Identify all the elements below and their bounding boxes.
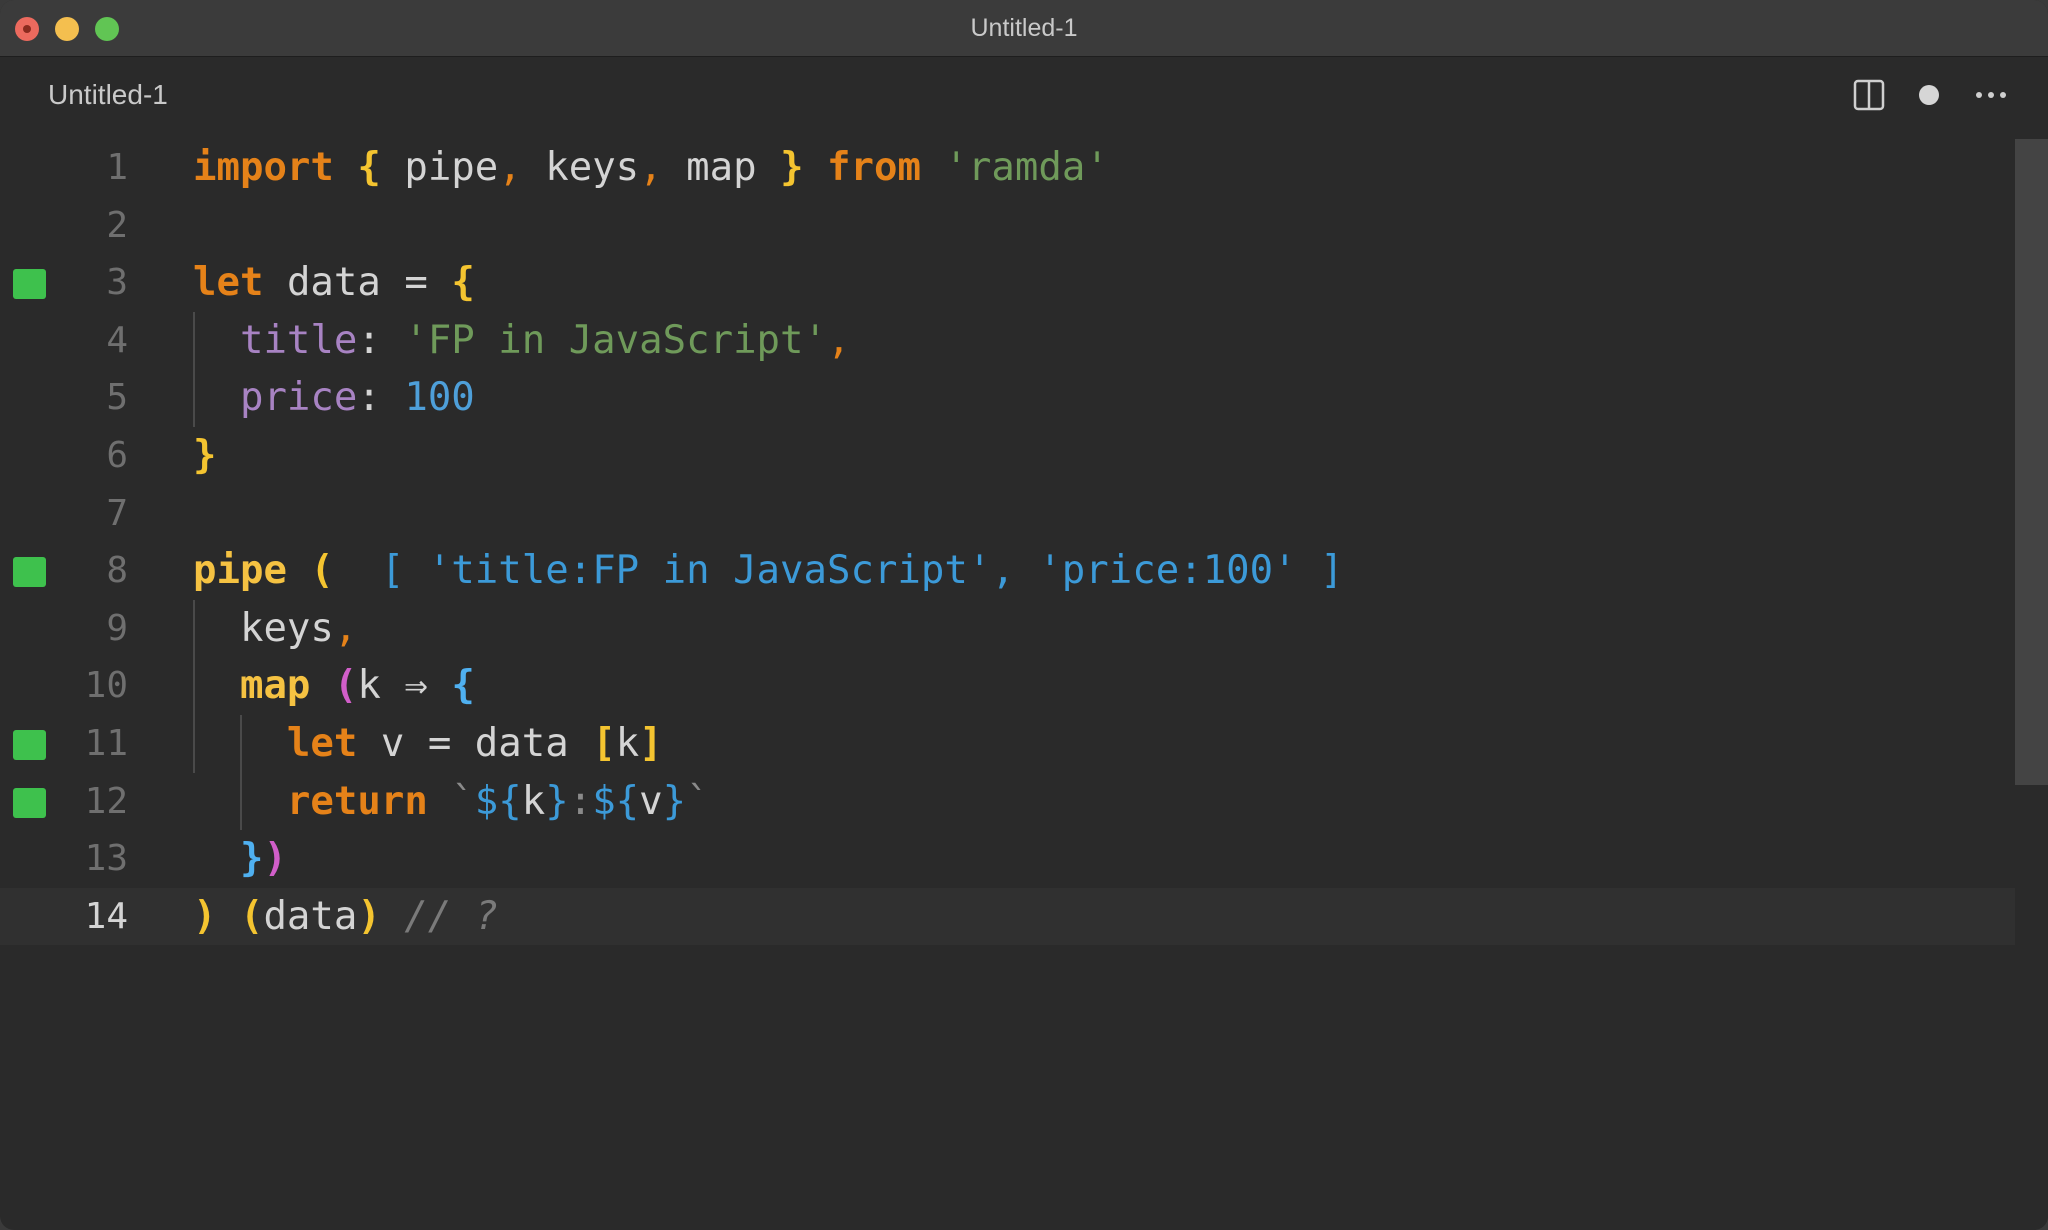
line-number: 6	[106, 435, 128, 476]
title-bar: Untitled-1	[0, 0, 2048, 57]
coverage-marker	[13, 557, 46, 588]
line-number: 14	[84, 895, 128, 937]
coverage-marker	[13, 787, 46, 818]
line-number: 12	[84, 780, 128, 822]
code-line: 1 import { pipe, keys, map } from 'ramda…	[0, 139, 2015, 197]
code-line: 10 map (k ⇒ {	[0, 657, 2015, 715]
tab-bar: Untitled-1	[0, 57, 2048, 139]
code-editor[interactable]: 1 import { pipe, keys, map } from 'ramda…	[0, 139, 2048, 1230]
line-number: 3	[106, 262, 128, 304]
window-title: Untitled-1	[970, 14, 1078, 42]
line-number: 11	[84, 723, 128, 764]
code-line: 8 pipe ( [ 'title:FP in JavaScript', 'pr…	[0, 542, 2015, 600]
code-line: 11 let v = data [k]	[0, 715, 2015, 773]
code-line: 5 price: 100	[0, 369, 2015, 427]
code-text: pipe ( [ 'title:FP in JavaScript', 'pric…	[193, 548, 1344, 594]
inline-result: [	[380, 548, 428, 594]
line-number: 7	[106, 492, 128, 534]
line-number: 2	[106, 204, 128, 246]
split-editor-icon[interactable]	[1849, 75, 1889, 115]
line-number: 10	[84, 665, 128, 707]
line-number: 5	[106, 377, 128, 419]
line-number: 8	[106, 550, 128, 592]
code-line: 7	[0, 485, 2015, 543]
code-line: 13 })	[0, 830, 2015, 888]
code-line: 6 }	[0, 427, 2015, 485]
code-line: 2	[0, 197, 2015, 255]
code-line: 4 title: 'FP in JavaScript',	[0, 312, 2015, 370]
line-number: 1	[106, 147, 128, 188]
line-number: 9	[106, 607, 128, 649]
code-text: title: 'FP in JavaScript',	[239, 317, 851, 363]
code-text: import { pipe, keys, map } from 'ramda'	[193, 145, 1109, 190]
code-text: ) (data) // ?	[193, 893, 499, 939]
scrollbar-thumb[interactable]	[2015, 139, 2048, 785]
editor-window: Untitled-1 Untitled-1 1 import {pipe, k…	[0, 0, 2048, 1230]
tab-untitled-1[interactable]: Untitled-1	[48, 79, 168, 111]
code-text: }	[193, 433, 217, 478]
unsaved-dot-icon[interactable]	[1909, 75, 1949, 115]
code-text: let data = {	[193, 260, 475, 306]
code-text: let v = data [k]	[286, 721, 663, 766]
code-text: })	[239, 836, 287, 882]
code-line: 12 return `${k}:${v}`	[0, 773, 2015, 831]
code-text: keys,	[239, 605, 358, 651]
code-text: return `${k}:${v}`	[286, 778, 710, 824]
code-text: price: 100	[239, 375, 475, 421]
vertical-scrollbar[interactable]	[2015, 139, 2048, 1230]
code-line-current: 14 ) (data) // ?	[0, 887, 2015, 946]
line-number: 13	[84, 838, 128, 880]
coverage-marker	[13, 269, 46, 300]
line-number: 4	[106, 319, 128, 361]
code-line: 3 let data = {	[0, 254, 2015, 312]
coverage-marker	[13, 730, 46, 760]
more-actions-icon[interactable]	[1971, 75, 2011, 115]
code-text: map (k ⇒ {	[239, 663, 475, 709]
code-line: 9 keys,	[0, 600, 2015, 658]
